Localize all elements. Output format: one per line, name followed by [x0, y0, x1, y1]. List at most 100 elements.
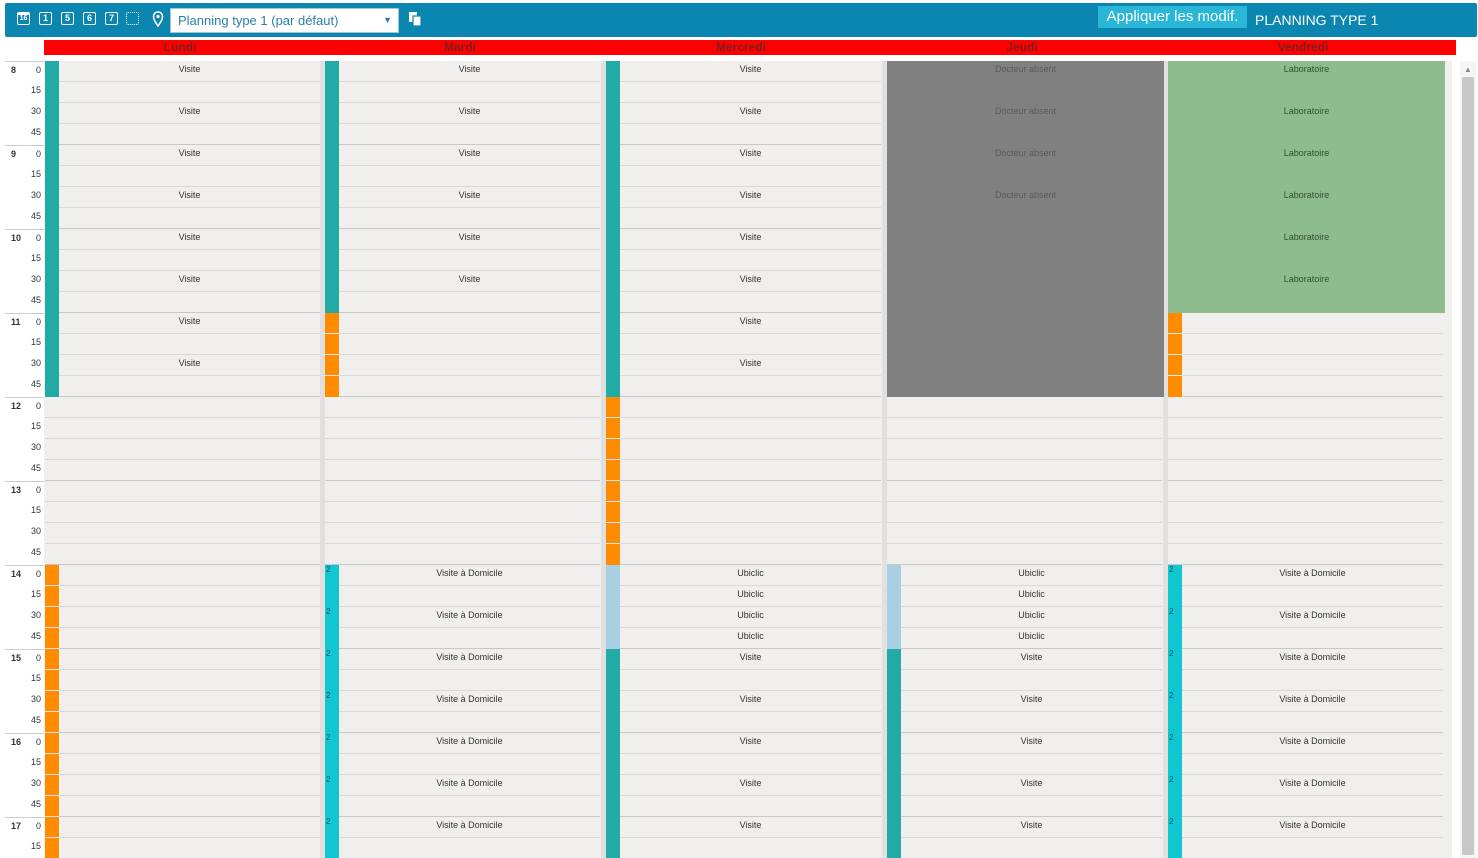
visite-slot[interactable]: Visite: [606, 817, 881, 858]
visite-domicile-slot[interactable]: 2 Visite à Domicile: [1168, 565, 1443, 607]
time-slot[interactable]: [887, 418, 1162, 439]
time-slot[interactable]: [1168, 544, 1443, 565]
visite-slot[interactable]: Visite: [325, 271, 600, 313]
time-slot[interactable]: [45, 418, 320, 439]
doctor-absent-block[interactable]: Docteur absent Docteur absent Docteur abse…: [887, 61, 1164, 397]
visite-domicile-slot[interactable]: 2 Visite à Domicile: [325, 817, 600, 858]
visite-domicile-slot[interactable]: 2 Visite à Domicile: [325, 649, 600, 691]
days-6-icon[interactable]: 6: [83, 12, 96, 25]
scroll-thumb[interactable]: [1462, 77, 1474, 855]
time-slot[interactable]: [1168, 502, 1443, 523]
visite-domicile-slot[interactable]: 2 Visite à Domicile: [1168, 649, 1443, 691]
visite-slot[interactable]: Visite: [887, 733, 1162, 775]
visite-domicile-slot[interactable]: 2 Visite à Domicile: [1168, 607, 1443, 649]
ubiclic-slot[interactable]: Ubiclic: [606, 565, 881, 586]
unavailable-block[interactable]: [325, 313, 600, 397]
time-slot[interactable]: [325, 544, 600, 565]
visite-slot[interactable]: Visite: [887, 817, 1162, 858]
visite-slot[interactable]: Visite: [45, 187, 320, 229]
visite-slot[interactable]: Visite: [606, 775, 881, 817]
visite-slot[interactable]: Visite: [887, 649, 1162, 691]
time-slot[interactable]: [887, 439, 1162, 460]
visite-slot[interactable]: Visite: [606, 61, 881, 103]
visite-domicile-slot[interactable]: 2 Visite à Domicile: [325, 607, 600, 649]
visite-slot[interactable]: Visite: [45, 61, 320, 103]
visite-slot[interactable]: Visite: [606, 187, 881, 229]
visite-domicile-slot[interactable]: 2 Visite à Domicile: [325, 775, 600, 817]
time-slot[interactable]: [887, 523, 1162, 544]
time-slot[interactable]: [45, 523, 320, 544]
visite-slot[interactable]: Visite: [325, 187, 600, 229]
visite-slot[interactable]: Visite: [606, 733, 881, 775]
visite-domicile-slot[interactable]: 2 Visite à Domicile: [1168, 733, 1443, 775]
unavailable-block[interactable]: [45, 565, 320, 858]
visite-domicile-slot[interactable]: 2 Visite à Domicile: [325, 565, 600, 607]
time-slot[interactable]: [1168, 481, 1443, 502]
visite-slot[interactable]: Visite: [606, 145, 881, 187]
visite-slot[interactable]: Visite: [325, 145, 600, 187]
visite-slot[interactable]: Visite: [325, 229, 600, 271]
visite-domicile-slot[interactable]: 2 Visite à Domicile: [325, 733, 600, 775]
unavailable-block[interactable]: [1168, 313, 1443, 397]
visite-slot[interactable]: Visite: [45, 145, 320, 187]
visite-slot[interactable]: Visite: [606, 691, 881, 733]
location-pin-icon[interactable]: [152, 11, 164, 27]
time-slot[interactable]: [325, 439, 600, 460]
time-slot[interactable]: [45, 397, 320, 418]
time-slot[interactable]: [887, 502, 1162, 523]
visite-slot[interactable]: Visite: [45, 271, 320, 313]
visite-slot[interactable]: Visite: [606, 313, 881, 355]
ubiclic-slot[interactable]: Ubiclic: [606, 607, 881, 628]
time-slot[interactable]: [325, 418, 600, 439]
visite-domicile-slot[interactable]: 2 Visite à Domicile: [1168, 775, 1443, 817]
time-slot[interactable]: [325, 397, 600, 418]
ubiclic-slot[interactable]: Ubiclic: [887, 565, 1162, 586]
visite-slot[interactable]: Visite: [45, 355, 320, 397]
visite-slot[interactable]: Visite: [606, 649, 881, 691]
time-slot[interactable]: [45, 544, 320, 565]
visite-slot[interactable]: Visite: [606, 103, 881, 145]
visite-slot[interactable]: Visite: [45, 313, 320, 355]
time-slot[interactable]: [45, 481, 320, 502]
visite-slot[interactable]: Visite: [45, 229, 320, 271]
apply-changes-button[interactable]: Appliquer les modif.: [1098, 6, 1247, 28]
visite-slot[interactable]: Visite: [45, 103, 320, 145]
visite-slot[interactable]: Visite: [325, 61, 600, 103]
visite-slot[interactable]: Visite: [606, 355, 881, 397]
visite-slot[interactable]: Visite: [887, 691, 1162, 733]
calendar-16-icon[interactable]: 16: [17, 12, 30, 25]
ubiclic-slot[interactable]: Ubiclic: [606, 628, 881, 649]
scroll-up-arrow-icon[interactable]: ▲: [1464, 65, 1472, 74]
time-slot[interactable]: [325, 523, 600, 544]
copy-icon[interactable]: [408, 11, 422, 27]
vertical-scrollbar[interactable]: ▲: [1460, 61, 1476, 858]
time-slot[interactable]: [45, 439, 320, 460]
time-slot[interactable]: [887, 544, 1162, 565]
time-slot[interactable]: [325, 481, 600, 502]
time-slot[interactable]: [45, 460, 320, 481]
time-slot[interactable]: [887, 460, 1162, 481]
time-slot[interactable]: [1168, 523, 1443, 544]
visite-domicile-slot[interactable]: 2 Visite à Domicile: [1168, 817, 1443, 858]
visite-domicile-slot[interactable]: 2 Visite à Domicile: [1168, 691, 1443, 733]
time-slot[interactable]: [325, 460, 600, 481]
visite-domicile-slot[interactable]: 2 Visite à Domicile: [325, 691, 600, 733]
time-slot[interactable]: [1168, 397, 1443, 418]
time-slot[interactable]: [1168, 460, 1443, 481]
calendar-multi-icon[interactable]: [126, 12, 139, 25]
ubiclic-slot[interactable]: Ubiclic: [887, 586, 1162, 607]
planning-select[interactable]: Planning type 1 (par défaut) ▼: [170, 8, 399, 33]
unavailable-block[interactable]: [606, 397, 881, 565]
ubiclic-slot[interactable]: Ubiclic: [887, 628, 1162, 649]
visite-slot[interactable]: Visite: [887, 775, 1162, 817]
days-5-icon[interactable]: 5: [61, 12, 74, 25]
visite-slot[interactable]: Visite: [606, 271, 881, 313]
time-slot[interactable]: [887, 397, 1162, 418]
time-slot[interactable]: [45, 502, 320, 523]
laboratoire-block[interactable]: Laboratoire Laboratoire Laboratoire Laborat…: [1168, 61, 1445, 313]
time-slot[interactable]: [1168, 418, 1443, 439]
visite-slot[interactable]: Visite: [325, 103, 600, 145]
day-1-icon[interactable]: 1: [39, 12, 52, 25]
ubiclic-slot[interactable]: Ubiclic: [887, 607, 1162, 628]
time-slot[interactable]: [887, 481, 1162, 502]
